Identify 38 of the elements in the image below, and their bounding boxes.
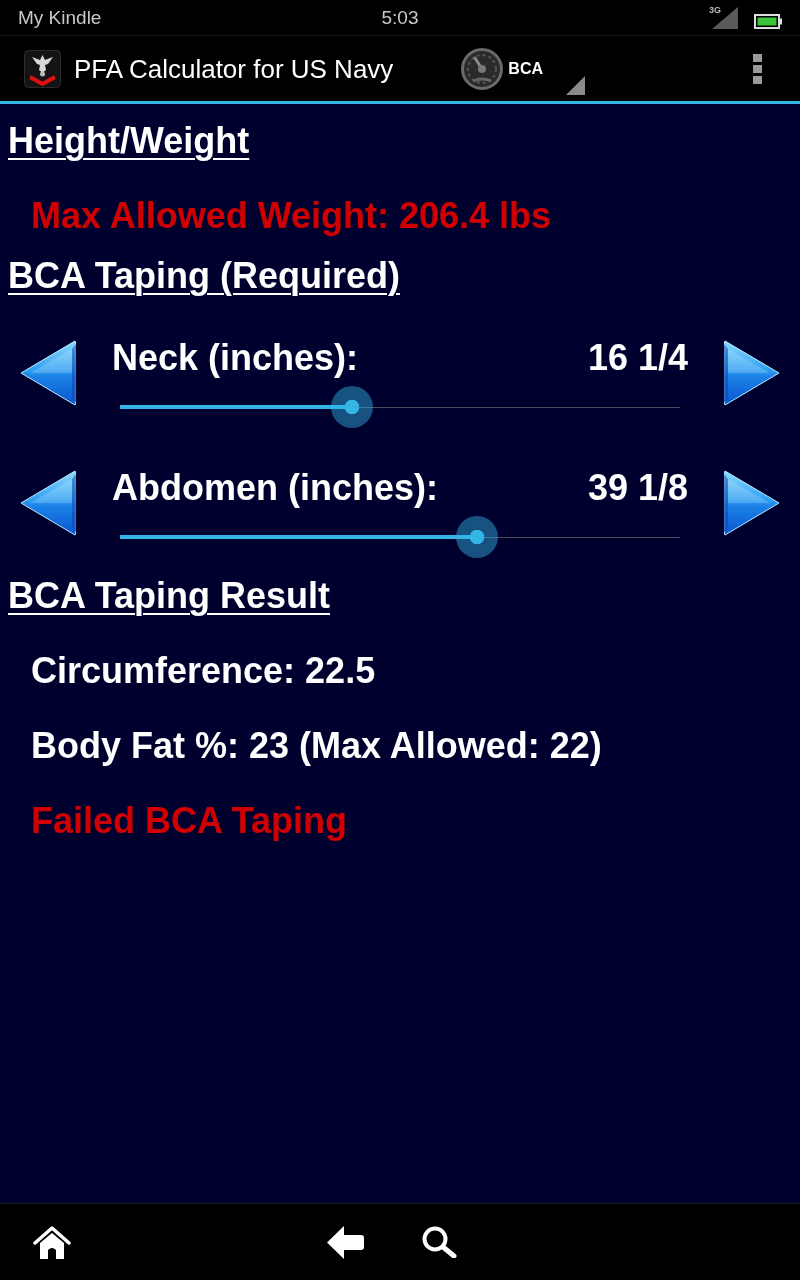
eagle-insignia-icon (24, 49, 61, 88)
left-triangle-icon (20, 470, 76, 536)
measurement-label: Neck (inches): (112, 336, 359, 380)
measurement-value: 39 1/8 (587, 466, 688, 510)
alert-text: Max Allowed Weight: 206.4 lbs (31, 194, 552, 238)
network-type: 3G (709, 4, 721, 15)
slider-thumb[interactable] (456, 516, 499, 558)
battery-icon (754, 13, 782, 29)
slider-thumb[interactable] (330, 386, 373, 428)
device-name: My Kindle (18, 6, 103, 29)
menu-icon (753, 53, 762, 84)
search-icon (422, 1226, 457, 1258)
section-heading: Height/Weight (8, 119, 250, 163)
gauge-icon (461, 46, 504, 91)
back-button[interactable] (327, 1225, 364, 1259)
measurement-label: Abdomen (inches): (112, 466, 438, 510)
dropdown-corner-icon (566, 76, 585, 95)
section-heading: BCA Taping Result (8, 574, 330, 618)
overflow-menu-button[interactable] (753, 53, 762, 84)
clock-time: 5:03 (381, 6, 419, 29)
result-text: Circumference: 22.5 (31, 649, 376, 693)
search-button[interactable] (422, 1226, 457, 1258)
home-icon (33, 1225, 71, 1259)
alert-text: Failed BCA Taping (31, 799, 347, 843)
increase-button[interactable] (724, 470, 780, 536)
increase-button[interactable] (724, 340, 780, 406)
home-button[interactable] (33, 1225, 71, 1259)
decrease-button[interactable] (20, 340, 76, 406)
mode-spinner[interactable]: BCA (461, 36, 585, 101)
result-text: Body Fat %: 23 (Max Allowed: 22) (31, 724, 602, 768)
section-heading: BCA Taping (Required) (8, 254, 400, 298)
measurement-value: 16 1/4 (587, 336, 688, 380)
app-title: PFA Calculator for US Navy (74, 52, 394, 85)
back-icon (327, 1225, 364, 1259)
decrease-button[interactable] (20, 470, 76, 536)
left-triangle-icon (20, 340, 76, 406)
right-triangle-icon (724, 340, 780, 406)
right-triangle-icon (724, 470, 780, 536)
